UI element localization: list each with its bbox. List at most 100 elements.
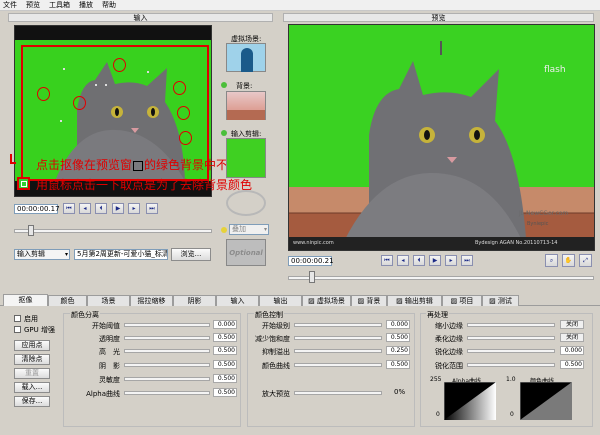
tab-shadow[interactable]: 阴影 <box>173 295 216 306</box>
start-threshold-slider[interactable] <box>124 323 210 327</box>
input-clip-thumb[interactable] <box>226 138 266 178</box>
soften-edge-label: 柔化边缘 <box>435 335 463 343</box>
start-threshold-value[interactable]: 0.000 <box>213 320 237 329</box>
desaturate-value[interactable]: 0.500 <box>386 333 410 342</box>
tab-pan-zoom[interactable]: 摇拉缩移 <box>130 295 173 306</box>
hand-icon[interactable]: ✋ <box>562 254 575 267</box>
save-button[interactable]: 保存... <box>14 396 50 407</box>
fit-icon[interactable]: ⤢ <box>579 254 592 267</box>
tab-output-clip[interactable]: ▨ 输出剪辑 <box>387 295 442 306</box>
background-thumb[interactable] <box>226 91 266 120</box>
play-button[interactable]: ▶ <box>112 203 124 214</box>
source-select[interactable]: 输入剪辑 ▾ <box>14 249 70 260</box>
menu-help[interactable]: 帮助 <box>102 0 116 10</box>
preview-panel-title: 预览 <box>283 13 594 22</box>
highlight-slider[interactable] <box>124 349 210 353</box>
alpha-curve-slider[interactable] <box>124 391 210 395</box>
tab-keying[interactable]: 抠像 <box>3 294 48 306</box>
shrink-edge-slider[interactable] <box>467 323 555 327</box>
preview-step-back-button[interactable]: ◂ <box>397 255 409 266</box>
tab-background[interactable]: ▨ 背景 <box>351 295 387 306</box>
spill-suppress-value[interactable]: 0.250 <box>386 346 410 355</box>
browse-button[interactable]: 浏览... <box>171 248 211 261</box>
input-timecode[interactable]: 00:00:00.17 <box>14 204 60 214</box>
optional-layer-thumb[interactable]: Optional <box>226 239 266 266</box>
color-curve-value[interactable]: 0.500 <box>386 360 410 369</box>
reset-button[interactable]: 重置 <box>14 368 50 379</box>
tab-scene[interactable]: 场景 <box>87 295 130 306</box>
zoom-preview-slider[interactable] <box>294 391 382 395</box>
input-clip-enabled-icon[interactable] <box>221 130 227 136</box>
input-timeline-slider[interactable] <box>14 229 212 233</box>
load-button[interactable]: 载入... <box>14 382 50 393</box>
sharpen-edge-value[interactable]: 0.000 <box>560 346 584 355</box>
file-path-field[interactable]: 5月第2周更新-可爱小猫_标清 <box>74 249 168 260</box>
floor-graphic <box>227 110 265 120</box>
apply-points-button[interactable]: 应用点 <box>14 340 50 351</box>
preview-go-start-button[interactable]: ⏮ <box>381 255 393 266</box>
prev-frame-button[interactable]: ⏴ <box>95 203 107 214</box>
alpha-curve-bottom: 0 <box>436 411 440 418</box>
menu-play[interactable]: 播放 <box>79 0 93 10</box>
keying-picker-highlight[interactable] <box>17 177 30 190</box>
desaturate-slider[interactable] <box>294 336 382 340</box>
background-enabled-icon[interactable] <box>221 82 227 88</box>
preview-watermark-2: Byniepic <box>527 221 549 227</box>
sample-point <box>63 68 65 70</box>
preview-timecode[interactable]: 00:00:00.21 <box>288 256 334 266</box>
soften-edge-slider[interactable] <box>467 336 555 340</box>
gpu-checkbox[interactable] <box>14 326 21 333</box>
blend-status-icon[interactable] <box>221 227 227 233</box>
zoom-icon[interactable]: ⌕ <box>545 254 558 267</box>
shadow-value[interactable]: 0.500 <box>213 360 237 369</box>
disabled-layer-icon[interactable] <box>226 190 266 216</box>
enable-checkbox[interactable] <box>14 315 21 322</box>
shadow-slider[interactable] <box>124 363 210 367</box>
next-frame-button[interactable]: ▸ <box>128 203 140 214</box>
alpha-curve-value[interactable]: 0.500 <box>213 388 237 397</box>
layer-icon: ▨ <box>308 297 317 305</box>
tab-virtual-scene[interactable]: ▨ 虚拟场景 <box>302 295 351 306</box>
preview-timeline-slider[interactable] <box>288 276 594 280</box>
step-back-button[interactable]: ◂ <box>79 203 91 214</box>
tab-input[interactable]: 输入 <box>216 295 259 306</box>
go-end-button[interactable]: ⏭ <box>146 203 158 214</box>
spill-suppress-slider[interactable] <box>294 349 382 353</box>
sharpen-range-value[interactable]: 0.500 <box>560 360 584 369</box>
clear-points-button[interactable]: 清除点 <box>14 354 50 365</box>
preview-slider-thumb[interactable] <box>309 271 315 283</box>
highlight-value[interactable]: 0.500 <box>213 346 237 355</box>
sensitivity-label: 灵敏度 <box>99 376 120 384</box>
menu-preview[interactable]: 预览 <box>26 0 40 10</box>
preview-prev-frame-button[interactable]: ⏴ <box>413 255 425 266</box>
blend-mode-select[interactable]: 叠加 ▾ <box>229 224 269 235</box>
sensitivity-value[interactable]: 0.500 <box>213 374 237 383</box>
menu-toolbox[interactable]: 工具箱 <box>49 0 70 10</box>
sensitivity-slider[interactable] <box>124 377 210 381</box>
go-start-button[interactable]: ⏮ <box>63 203 75 214</box>
preview-play-button[interactable]: ▶ <box>429 255 441 266</box>
transparency-value[interactable]: 0.500 <box>213 333 237 342</box>
alpha-curve-top: 255 <box>430 376 442 383</box>
sample-point <box>95 84 97 86</box>
tab-project[interactable]: ▨ 项目 <box>442 295 482 306</box>
color-curve-slider[interactable] <box>294 363 382 367</box>
soften-edge-value[interactable]: 关闭 <box>560 333 584 342</box>
virtual-scene-thumb[interactable] <box>226 43 266 72</box>
input-slider-thumb[interactable] <box>28 225 34 236</box>
start-level-slider[interactable] <box>294 323 382 327</box>
menu-file[interactable]: 文件 <box>3 0 17 10</box>
color-curve-graph[interactable] <box>520 382 572 420</box>
sharpen-edge-slider[interactable] <box>467 349 555 353</box>
start-level-value[interactable]: 0.000 <box>386 320 410 329</box>
sharpen-range-slider[interactable] <box>467 363 555 367</box>
tab-color[interactable]: 颜色 <box>48 295 87 306</box>
transparency-slider[interactable] <box>124 336 210 340</box>
alpha-curve-graph[interactable] <box>444 382 496 420</box>
shrink-edge-value[interactable]: 关闭 <box>560 320 584 329</box>
preview-go-end-button[interactable]: ⏭ <box>461 255 473 266</box>
preview-next-frame-button[interactable]: ▸ <box>445 255 457 266</box>
preview-video[interactable]: flash JL.NewCGer.com Byniepic www.ninpic… <box>288 24 595 251</box>
tab-output[interactable]: 输出 <box>259 295 302 306</box>
tab-test[interactable]: ▨ 测试 <box>482 295 519 306</box>
